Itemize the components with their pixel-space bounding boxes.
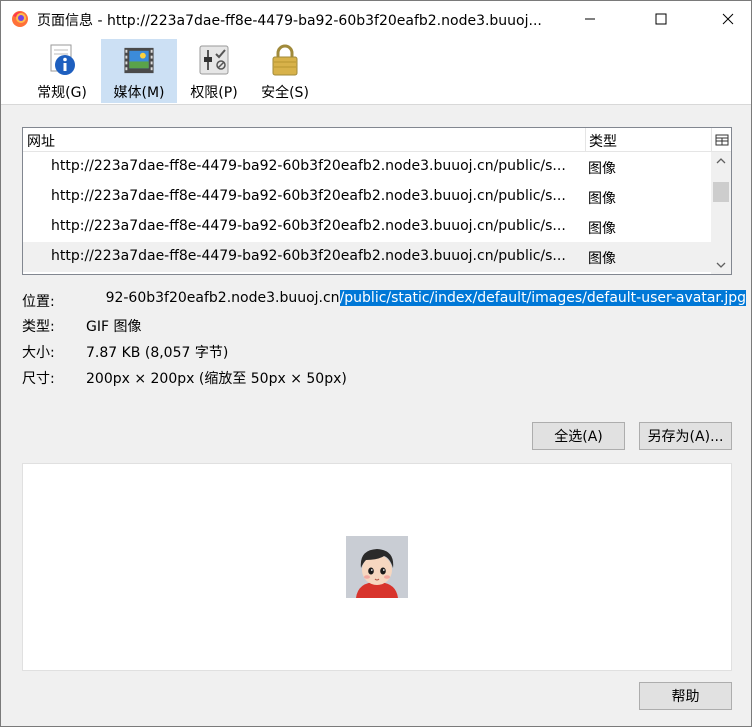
list-item-url: http://223a7dae-ff8e-4479-ba92-60b3f20ea… [51, 248, 566, 264]
list-item-url: http://223a7dae-ff8e-4479-ba92-60b3f20ea… [51, 158, 566, 174]
list-item-type: 图像 [588, 191, 616, 207]
location-text: 92-60b3f20eafb2.node3.buuoj.cn [105, 290, 340, 306]
list-item[interactable]: http://223a7dae-ff8e-4479-ba92-60b3f20ea… [23, 152, 711, 182]
close-button[interactable] [705, 1, 751, 37]
chevron-down-icon [716, 262, 726, 268]
permissions-icon [199, 45, 229, 75]
save-as-button[interactable]: 另存为(A)... [639, 422, 732, 450]
tab-security-label: 安全(S) [261, 85, 309, 101]
size-row: 大小: 7.87 KB (8,057 字节) [22, 342, 422, 362]
location-text-selected: /public/static/index/default/images/defa… [339, 290, 746, 306]
list-item-type: 图像 [588, 251, 616, 267]
lock-icon [272, 44, 298, 76]
minimize-icon [585, 18, 595, 20]
column-header-url[interactable]: 网址 [27, 131, 55, 151]
list-item[interactable]: http://223a7dae-ff8e-4479-ba92-60b3f20ea… [23, 212, 711, 242]
firefox-icon [12, 11, 28, 27]
list-item-selected[interactable]: http://223a7dae-ff8e-4479-ba92-60b3f20ea… [23, 242, 711, 272]
tab-security[interactable]: 安全(S) [253, 39, 317, 103]
tab-media-label: 媒体(M) [113, 85, 165, 101]
avatar-preview-image [346, 536, 408, 598]
dimensions-value: 200px × 200px (缩放至 50px × 50px) [86, 371, 347, 387]
size-value: 7.87 KB (8,057 字节) [86, 345, 229, 361]
column-picker-icon[interactable] [715, 133, 729, 147]
list-item-type: 图像 [588, 221, 616, 237]
list-item-url: http://223a7dae-ff8e-4479-ba92-60b3f20ea… [51, 188, 566, 204]
size-label: 大小: [22, 345, 55, 361]
list-header: 网址 类型 [23, 128, 731, 152]
column-header-type[interactable]: 类型 [589, 131, 617, 151]
select-all-button[interactable]: 全选(A) [532, 422, 625, 450]
chevron-up-icon [716, 158, 726, 164]
help-button[interactable]: 帮助 [639, 682, 732, 710]
type-value: GIF 图像 [86, 319, 142, 335]
minimize-button[interactable] [567, 1, 613, 37]
maximize-button[interactable] [638, 1, 684, 37]
list-item-url: http://223a7dae-ff8e-4479-ba92-60b3f20ea… [51, 218, 566, 234]
media-list[interactable]: 网址 类型 http://223a7dae-ff8e-4479-ba92-60b… [22, 127, 732, 275]
tab-general-label: 常规(G) [37, 85, 87, 101]
location-label: 位置: [22, 294, 55, 310]
close-icon [722, 13, 734, 25]
tab-permissions-label: 权限(P) [190, 85, 238, 101]
window-title: 页面信息 - http://223a7dae-ff8e-4479-ba92-60… [37, 13, 542, 29]
tab-general[interactable]: 常规(G) [29, 39, 95, 103]
page-info-toolbar: 常规(G) 媒体(M) 权限(P) 安全(S) [1, 37, 751, 105]
dimensions-row: 尺寸: 200px × 200px (缩放至 50px × 50px) [22, 368, 522, 388]
location-field[interactable]: 92-60b3f20eafb2.node3.buuoj.cn/public/st… [86, 289, 746, 311]
scroll-down-button[interactable] [711, 256, 731, 274]
media-icon [124, 47, 154, 74]
scrollbar-thumb[interactable] [713, 182, 729, 202]
list-item[interactable]: http://223a7dae-ff8e-4479-ba92-60b3f20ea… [23, 182, 711, 212]
tab-media[interactable]: 媒体(M) [101, 39, 177, 103]
type-label: 类型: [22, 319, 55, 335]
list-item-type: 图像 [588, 161, 616, 177]
title-bar: 页面信息 - http://223a7dae-ff8e-4479-ba92-60… [1, 1, 751, 37]
column-divider [711, 128, 712, 152]
scroll-up-button[interactable] [711, 152, 731, 170]
tab-permissions[interactable]: 权限(P) [183, 39, 245, 103]
column-divider [585, 128, 586, 152]
page-info-window: 页面信息 - http://223a7dae-ff8e-4479-ba92-60… [0, 0, 752, 727]
info-icon [50, 44, 75, 75]
media-preview [22, 463, 732, 671]
dimensions-label: 尺寸: [22, 371, 55, 387]
maximize-icon [655, 13, 667, 25]
list-scrollbar[interactable] [711, 152, 731, 274]
type-row: 类型: GIF 图像 [22, 316, 422, 336]
